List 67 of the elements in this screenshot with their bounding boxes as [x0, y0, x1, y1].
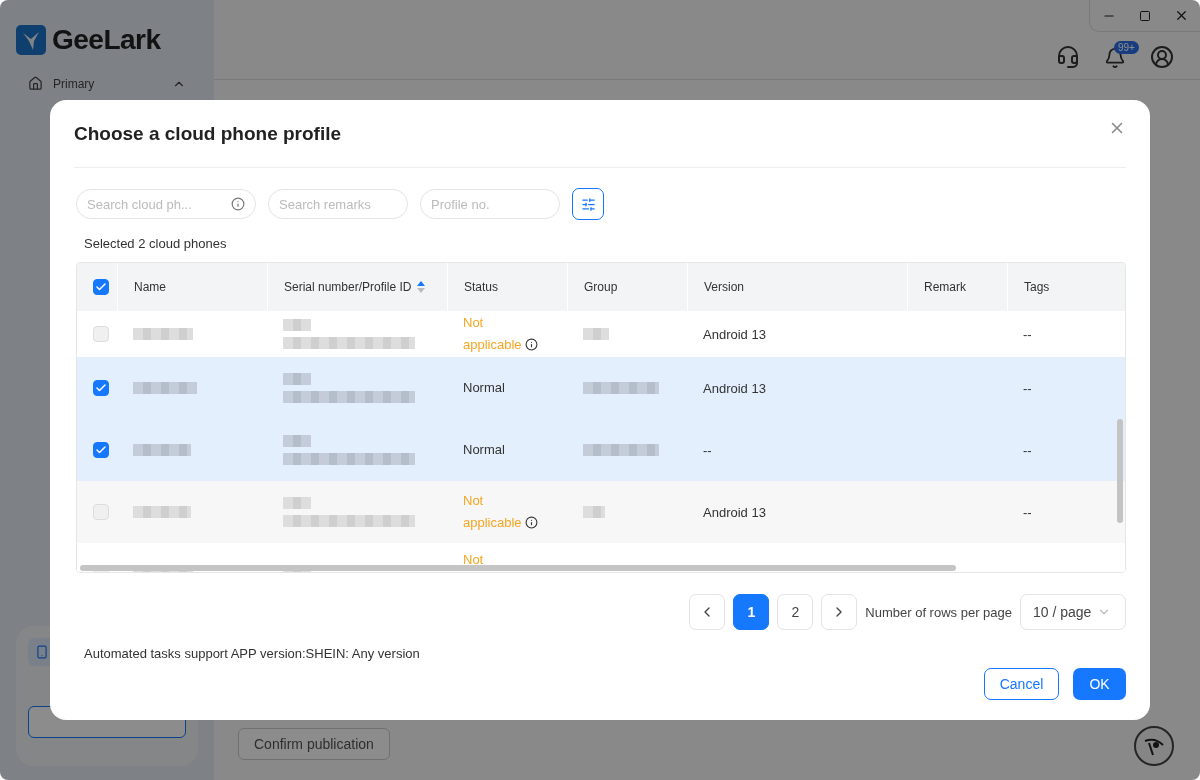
checkbox[interactable]: [93, 380, 109, 396]
dialog-title: Choose a cloud phone profile: [74, 122, 342, 145]
table-cell-text: --: [1022, 380, 1033, 396]
column-header: Name: [134, 280, 166, 294]
page-size-select[interactable]: 10 / page: [1020, 594, 1126, 630]
table-cell-text: Android 13: [702, 326, 767, 342]
status-text: Not: [463, 551, 485, 569]
confirm-publication-button[interactable]: Confirm publication: [238, 728, 390, 760]
home-icon: [28, 76, 43, 91]
blurred-text: [133, 382, 197, 394]
logo-icon: [16, 25, 46, 55]
eye-icon[interactable]: [1134, 726, 1174, 766]
filter-button[interactable]: [572, 188, 604, 220]
blurred-text: [133, 506, 191, 518]
info-icon: [525, 338, 539, 351]
check-icon: [95, 281, 107, 293]
blurred-text: [283, 319, 311, 331]
search-field[interactable]: Search cloud ph...: [76, 189, 256, 219]
blurred-text: [133, 328, 193, 340]
blurred-text: [283, 373, 311, 385]
rows-per-page-label: Number of rows per page: [865, 604, 1012, 620]
blurred-text: [583, 328, 609, 340]
table-cell-text: --: [1022, 326, 1033, 342]
nav-item[interactable]: Primary: [28, 76, 186, 91]
status-text: Normal: [463, 379, 506, 397]
brand-name: GeeLark: [52, 24, 161, 56]
search-field[interactable]: Profile no.: [420, 189, 560, 219]
notification-badge: 99+: [1114, 41, 1139, 54]
cancel-button[interactable]: Cancel: [984, 668, 1059, 700]
support-icon[interactable]: [1056, 45, 1080, 69]
blurred-text: [583, 506, 605, 518]
selection-summary: Selected 2 cloud phones: [84, 236, 228, 251]
scrollbar-thumb[interactable]: [1117, 419, 1123, 523]
blurred-text: [283, 435, 311, 447]
check-icon: [95, 382, 107, 394]
column-header: Version: [704, 280, 745, 294]
table-cell-text: --: [702, 442, 713, 458]
maximize-icon[interactable]: [1138, 9, 1151, 22]
page-button[interactable]: 2: [777, 594, 814, 630]
table-cell-text: Android 13: [702, 380, 767, 396]
user-icon[interactable]: [1150, 45, 1174, 69]
column-header: Tags: [1024, 280, 1050, 294]
status-text: Not applicable: [463, 312, 543, 356]
blurred-text: [133, 444, 191, 456]
nav-label: Primary: [53, 76, 96, 91]
table-cell-text: Android 13: [702, 504, 767, 520]
table-cell-text: --: [1022, 442, 1033, 458]
column-header: Serial number/Profile ID: [284, 280, 412, 294]
ok-button[interactable]: OK: [1073, 668, 1126, 700]
search-field[interactable]: Search remarks: [268, 189, 408, 219]
checkbox[interactable]: [93, 279, 109, 295]
info-icon: [525, 516, 539, 529]
column-header: Remark: [924, 280, 966, 294]
sort-icon[interactable]: [417, 280, 426, 294]
checkbox[interactable]: [93, 442, 109, 458]
page-button[interactable]: 1: [733, 594, 770, 630]
column-header: Status: [464, 280, 499, 294]
support-note: Automated tasks support APP version:SHEIN: Any version: [84, 646, 421, 661]
column-header: Group: [584, 280, 618, 294]
sliders-icon: [580, 196, 596, 212]
status-text: Normal: [463, 441, 506, 459]
status-text: Not applicable: [463, 490, 543, 534]
phone-icon: [35, 645, 49, 659]
blurred-text: [283, 497, 311, 509]
check-icon: [95, 444, 107, 456]
scrollbar-thumb[interactable]: [80, 565, 956, 571]
table-cell-text: --: [1022, 504, 1033, 520]
